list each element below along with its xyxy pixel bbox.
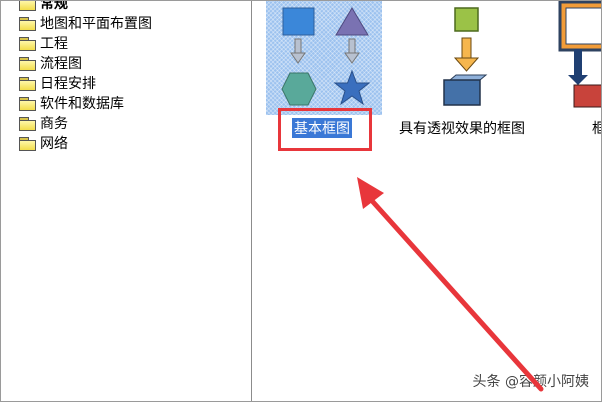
partial-template-thumbnail-icon	[558, 1, 601, 108]
folder-icon	[19, 1, 36, 11]
tree-item-engineering[interactable]: 工程	[19, 33, 152, 53]
folder-icon	[19, 16, 36, 31]
folder-icon	[19, 136, 36, 151]
tree-item-label: 常规	[40, 1, 68, 12]
tree-item-schedule[interactable]: 日程安排	[19, 73, 152, 93]
tree-item-label: 商务	[40, 116, 68, 132]
tree-item-label: 网络	[40, 136, 68, 152]
basic-block-diagram-thumbnail-icon	[281, 7, 371, 106]
folder-icon	[19, 116, 36, 131]
template-tile-partial[interactable]: 框	[552, 1, 601, 161]
folder-icon	[19, 56, 36, 71]
tree-item-flowchart[interactable]: 流程图	[19, 53, 152, 73]
template-gallery: 基本框图 具有透视效果的框图 头条 @容颜小阿姨	[252, 1, 601, 401]
watermark-text: 头条 @容颜小阿姨	[472, 371, 589, 391]
template-label-partial: 框	[592, 118, 601, 138]
tree-item-label: 日程安排	[40, 76, 96, 92]
dialog-frame: 常规 地图和平面布置图 工程 流程图 日程安排 软件和数据库 商务 网络 基本框…	[0, 0, 602, 402]
template-tile-perspective-block[interactable]: 具有透视效果的框图	[392, 1, 552, 161]
category-tree-pane: 常规 地图和平面布置图 工程 流程图 日程安排 软件和数据库 商务 网络	[1, 1, 252, 401]
category-tree: 常规 地图和平面布置图 工程 流程图 日程安排 软件和数据库 商务 网络	[19, 1, 152, 153]
template-label-perspective-block: 具有透视效果的框图	[399, 121, 525, 137]
folder-icon	[19, 36, 36, 51]
perspective-block-thumbnail-icon	[443, 7, 488, 106]
tree-item-label: 流程图	[40, 56, 82, 72]
tree-item-label: 工程	[40, 36, 68, 52]
tree-item-software-database[interactable]: 软件和数据库	[19, 93, 152, 113]
folder-icon	[19, 96, 36, 111]
tree-item-network[interactable]: 网络	[19, 133, 152, 153]
folder-icon	[19, 76, 36, 91]
tree-item-label: 地图和平面布置图	[40, 16, 152, 32]
tree-item-business[interactable]: 商务	[19, 113, 152, 133]
annotation-highlight-box	[278, 108, 372, 151]
tree-item-label: 软件和数据库	[40, 96, 124, 112]
tree-item-general[interactable]: 常规	[19, 1, 152, 13]
tree-item-maps[interactable]: 地图和平面布置图	[19, 13, 152, 33]
